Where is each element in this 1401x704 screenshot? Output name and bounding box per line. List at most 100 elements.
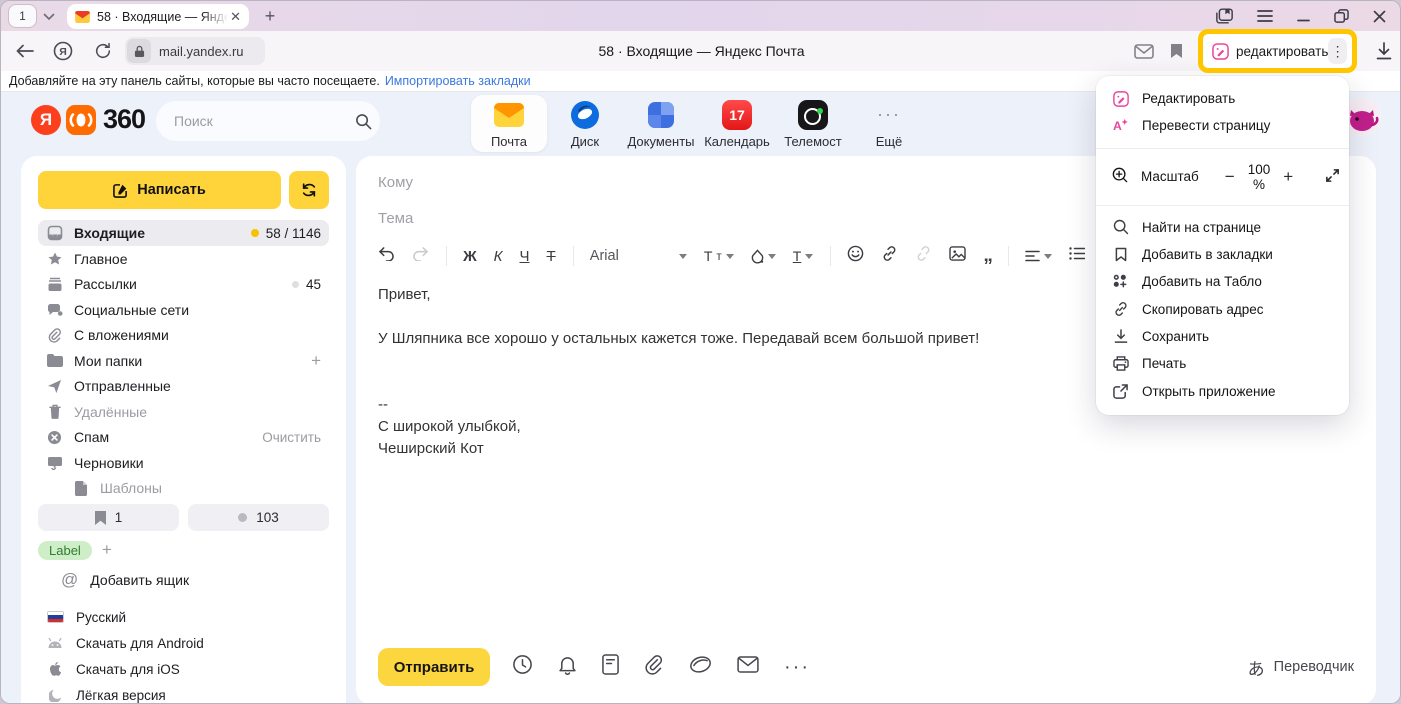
bullet-list-button[interactable] — [1069, 247, 1085, 265]
search-input[interactable] — [174, 113, 355, 129]
folder-social[interactable]: Социальные сети — [38, 297, 329, 323]
service-calendar[interactable]: 17 Календарь — [699, 95, 775, 152]
to-field[interactable] — [378, 164, 1098, 200]
back-icon[interactable] — [13, 31, 37, 71]
refresh-icon[interactable] — [91, 31, 115, 71]
download-ios-link[interactable]: Скачать для iOS — [46, 656, 336, 682]
highlight-color-select[interactable] — [751, 249, 776, 264]
italic-button[interactable]: К — [494, 248, 503, 265]
folder-templates[interactable]: Шаблоны — [38, 476, 329, 502]
mail-notifications-icon[interactable] — [1131, 31, 1157, 71]
menu-item-add-bookmark[interactable]: Добавить в закладки — [1096, 241, 1349, 268]
strikethrough-button[interactable]: Т — [547, 248, 556, 265]
dot-counter-pill[interactable]: 103 — [188, 504, 329, 531]
insert-image-button[interactable] — [949, 246, 966, 266]
schedule-send-icon[interactable] — [512, 654, 533, 680]
tab-count-button[interactable]: 1 — [9, 5, 36, 27]
minimize-window-icon[interactable] — [1297, 10, 1310, 22]
reminder-bell-icon[interactable] — [558, 654, 577, 680]
save-download-icon — [1112, 329, 1129, 344]
to-input[interactable] — [378, 164, 1098, 200]
quote-button[interactable]: „ — [983, 245, 991, 267]
text-color-select[interactable]: Т — [793, 248, 814, 264]
add-mailbox[interactable]: @ Добавить ящик — [61, 570, 189, 590]
menu-item-print[interactable]: Печать — [1096, 350, 1349, 377]
font-family-select[interactable]: Arial — [590, 248, 687, 264]
emoji-button[interactable] — [847, 245, 864, 267]
zoom-out-button[interactable]: − — [1225, 167, 1235, 187]
bookmarked-counter-pill[interactable]: 1 — [38, 504, 179, 531]
menu-item-add-tableau[interactable]: Добавить на Табло — [1096, 268, 1349, 295]
menu-item-open-app[interactable]: Открыть приложение — [1096, 377, 1349, 404]
tab-close-icon[interactable]: ✕ — [230, 10, 241, 23]
trash-icon — [46, 404, 63, 419]
clear-spam-button[interactable]: Очистить — [262, 430, 321, 445]
unlink-button[interactable] — [915, 245, 932, 267]
menu-item-copy-address[interactable]: Скопировать адрес — [1096, 295, 1349, 322]
fullscreen-icon[interactable] — [1325, 168, 1340, 186]
service-mail[interactable]: Почта — [471, 95, 547, 152]
side-panel-icon[interactable] — [1216, 8, 1233, 24]
add-label-icon[interactable]: + — [102, 540, 112, 560]
download-android-link[interactable]: Скачать для Android — [46, 630, 336, 656]
menu-item-translate[interactable]: A Перевести страницу — [1096, 112, 1349, 139]
more-options-icon[interactable]: ··· — [784, 656, 810, 679]
downloads-icon[interactable] — [1371, 31, 1397, 71]
yandex-360-logo[interactable]: Я 360 — [31, 104, 145, 135]
compose-button[interactable]: Написать — [38, 171, 281, 209]
chevron-down-icon — [768, 254, 776, 259]
menu-item-find[interactable]: Найти на странице — [1096, 214, 1349, 241]
import-bookmarks-link[interactable]: Импортировать закладки — [385, 74, 531, 88]
font-size-select[interactable]: Tт — [704, 248, 734, 264]
folder-attachments[interactable]: С вложениями — [38, 323, 329, 349]
zoom-in-button[interactable]: + — [1283, 167, 1293, 187]
template-note-icon[interactable] — [602, 654, 619, 680]
folder-deleted[interactable]: Удалённые — [38, 399, 329, 425]
menu-item-save[interactable]: Сохранить — [1096, 323, 1349, 350]
edit-kebab-menu-icon[interactable]: ⋮ — [1328, 38, 1347, 64]
bookmarks-flag-icon[interactable] — [1164, 31, 1188, 71]
tabs-chevron-down-icon[interactable] — [43, 8, 55, 26]
yandex-browser-icon[interactable]: Я — [51, 31, 75, 71]
folder-spam[interactable]: Спам Очистить — [38, 425, 329, 451]
subject-input[interactable] — [378, 200, 1098, 236]
address-bar[interactable]: mail.yandex.ru — [125, 37, 265, 65]
language-switch[interactable]: Русский — [46, 604, 336, 630]
attach-from-disk-icon[interactable] — [689, 656, 712, 678]
translator-button[interactable]: あ Переводчик — [1248, 655, 1354, 680]
restore-window-icon[interactable] — [1334, 9, 1349, 23]
lock-icon[interactable] — [127, 39, 151, 63]
service-more[interactable]: ··· Ещё — [851, 95, 927, 152]
browser-menu-icon[interactable] — [1257, 10, 1273, 22]
folder-inbox[interactable]: Входящие 58 / 1146 — [38, 220, 329, 246]
service-disk[interactable]: Диск — [547, 95, 623, 152]
underline-button[interactable]: Ч — [520, 248, 530, 265]
label-tag[interactable]: Label — [38, 541, 92, 560]
link-button[interactable] — [881, 245, 898, 267]
folder-priority[interactable]: Главное — [38, 246, 329, 272]
add-folder-icon[interactable]: + — [311, 351, 321, 371]
zoom-value: 100 % — [1248, 162, 1271, 192]
browser-tab[interactable]: 58 · Входящие — Янде ✕ — [67, 4, 249, 29]
folder-sent[interactable]: Отправленные — [38, 374, 329, 400]
refresh-mail-button[interactable] — [289, 171, 329, 209]
attach-from-mail-icon[interactable] — [737, 656, 759, 678]
undo-icon[interactable] — [378, 247, 395, 266]
new-tab-button[interactable]: + — [259, 5, 281, 27]
folder-drafts[interactable]: Черновики — [38, 450, 329, 476]
folder-my-folders[interactable]: Мои папки + — [38, 348, 329, 374]
send-button[interactable]: Отправить — [378, 648, 490, 686]
mail-search[interactable] — [156, 101, 380, 141]
service-telemost[interactable]: Телемост — [775, 95, 851, 152]
close-window-icon[interactable] — [1373, 10, 1386, 23]
align-select[interactable] — [1025, 250, 1052, 262]
subject-field[interactable] — [378, 200, 1098, 236]
attach-file-icon[interactable] — [644, 654, 664, 680]
service-documents[interactable]: Документы — [623, 95, 699, 152]
folder-newsletters[interactable]: Рассылки 45 — [38, 272, 329, 298]
redo-icon[interactable] — [412, 247, 429, 266]
menu-item-edit[interactable]: Редактировать — [1096, 85, 1349, 112]
edit-page-button-highlighted[interactable]: редактировать ⋮ — [1198, 29, 1357, 73]
light-version-link[interactable]: Лёгкая версия — [46, 682, 336, 704]
bold-button[interactable]: Ж — [463, 248, 477, 265]
